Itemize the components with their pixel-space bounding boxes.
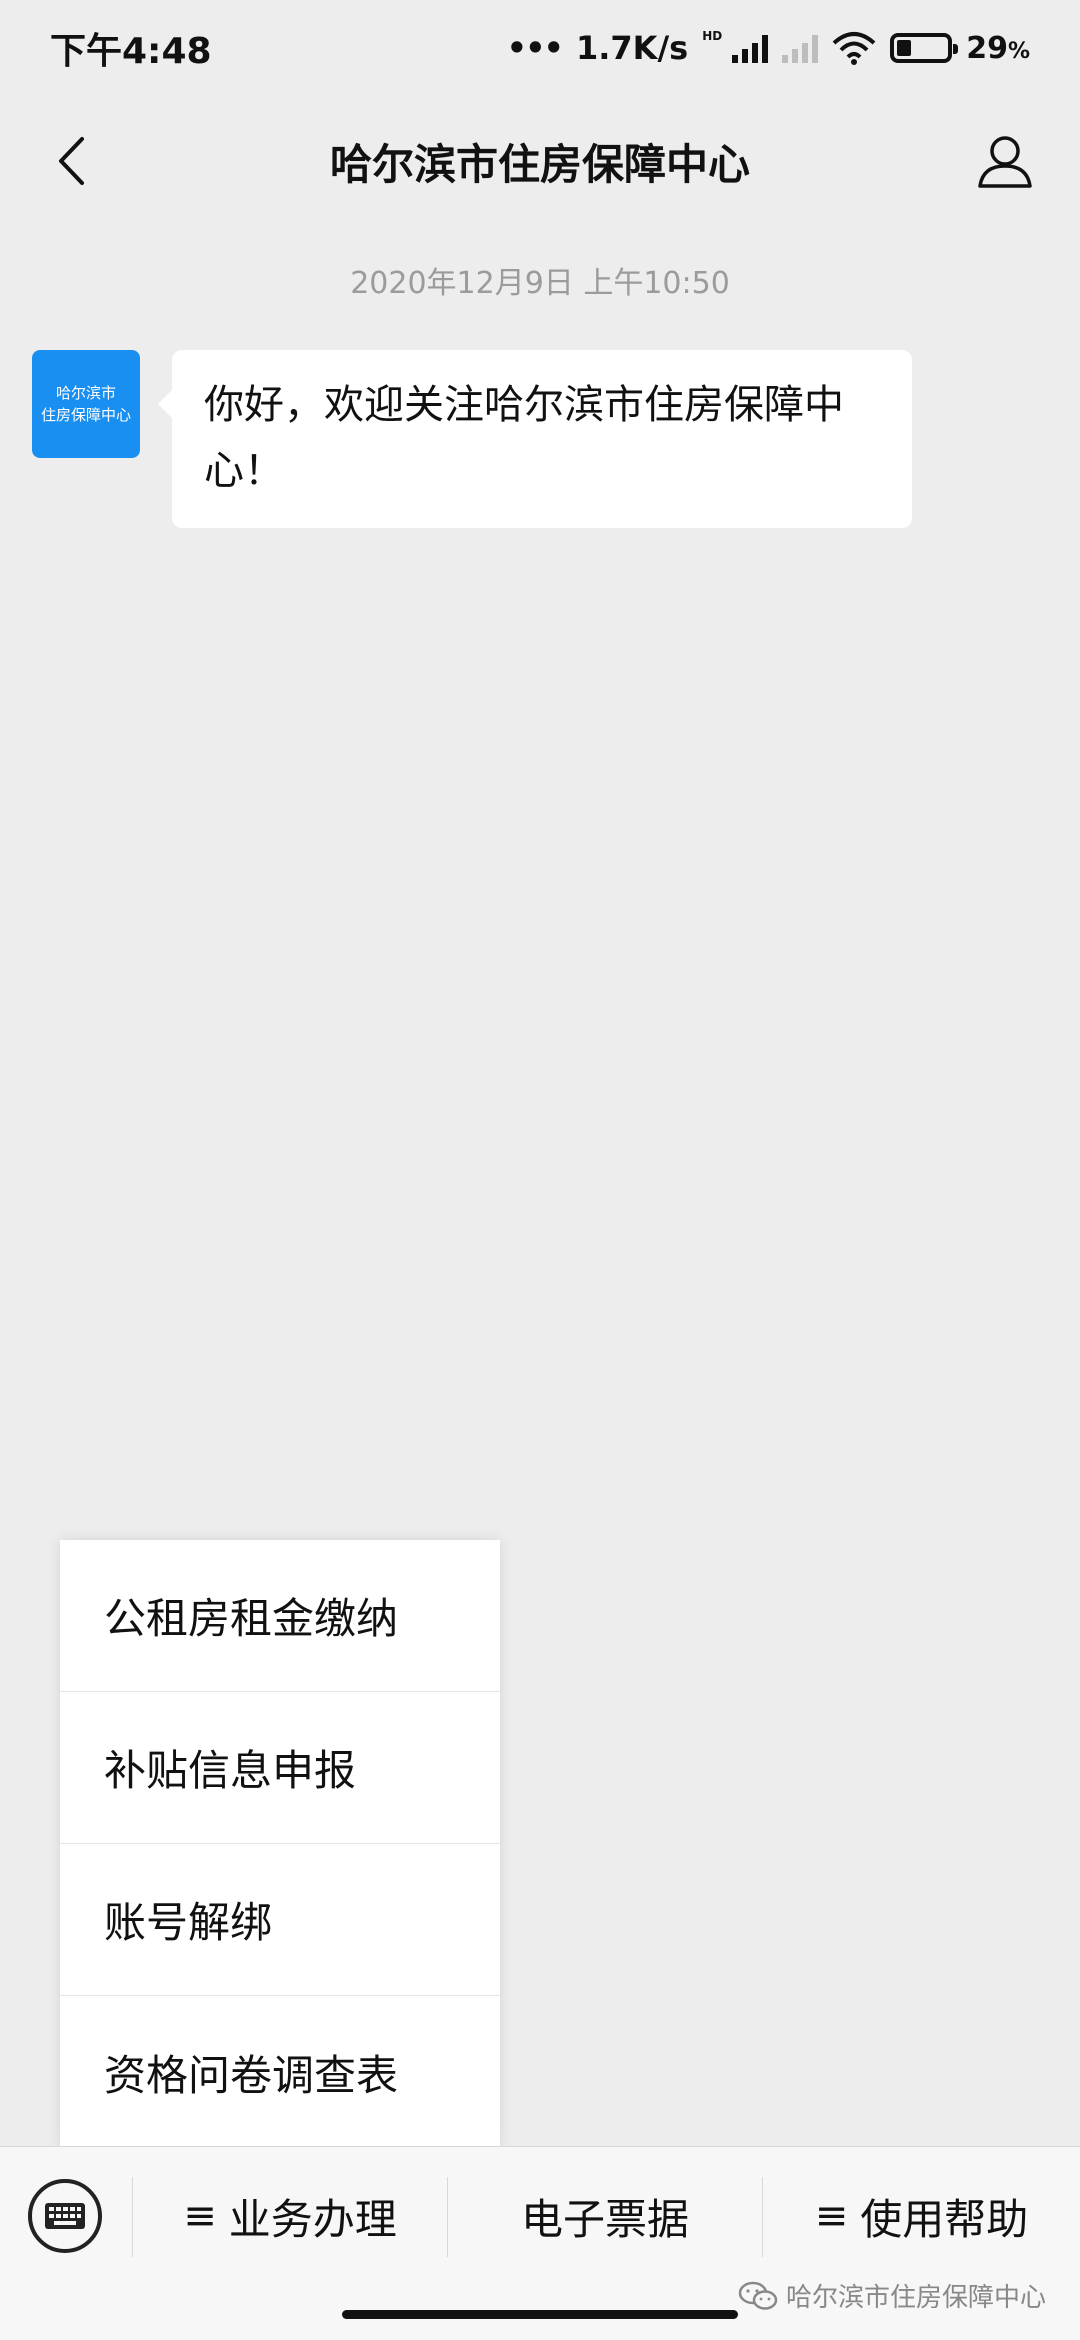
- menu-label: 业务办理: [228, 2194, 397, 2244]
- menu-business-handling[interactable]: ≡ 业务办理: [133, 2159, 447, 2273]
- menu-label: 电子票据: [520, 2194, 689, 2244]
- back-button[interactable]: [36, 126, 106, 196]
- avatar-text-line2: 住房保障中心: [40, 406, 131, 424]
- submenu-item-questionnaire[interactable]: 资格问卷调查表: [60, 1996, 500, 2148]
- wechat-icon: [738, 2281, 778, 2310]
- menu-label: 使用帮助: [860, 2194, 1029, 2244]
- battery-icon: [890, 33, 959, 63]
- chevron-left-icon: [59, 137, 84, 185]
- watermark: 哈尔滨市住房保障中心: [738, 2277, 1046, 2314]
- profile-button[interactable]: [970, 126, 1040, 196]
- submenu-item-subsidy-declaration[interactable]: 补贴信息申报: [60, 1692, 500, 1844]
- status-indicators: ••• 1.7K/s HD 29%: [507, 29, 1030, 67]
- avatar-text-line1: 哈尔滨市: [55, 384, 116, 402]
- hd-label: HD: [702, 29, 723, 43]
- battery-percent: 29%: [966, 31, 1030, 66]
- person-icon: [978, 136, 1032, 188]
- signal-secondary-icon: [782, 33, 819, 63]
- message-text: 你好，欢迎关注哈尔滨市住房保障中心！: [204, 382, 844, 494]
- menu-list-icon: ≡: [183, 2193, 217, 2239]
- wifi-icon: [832, 32, 876, 65]
- keyboard-toggle-button[interactable]: [28, 2179, 102, 2253]
- network-speed: 1.7K/s: [575, 29, 689, 67]
- watermark-text: 哈尔滨市住房保障中心: [785, 2283, 1046, 2313]
- battery-percent-suffix: %: [1007, 38, 1030, 64]
- signal-icon: [732, 33, 769, 63]
- submenu-item-account-unbind[interactable]: 账号解绑: [60, 1844, 500, 1996]
- submenu-popup: 公租房租金缴纳 补贴信息申报 账号解绑 资格问卷调查表: [60, 1540, 500, 2148]
- status-time: 下午4:48: [50, 31, 212, 72]
- status-bar: 下午4:48 ••• 1.7K/s HD 29%: [0, 0, 1080, 96]
- message-bubble[interactable]: 你好，欢迎关注哈尔滨市住房保障中心！: [158, 350, 912, 528]
- avatar[interactable]: 哈尔滨市 住房保障中心: [32, 350, 140, 458]
- battery-fill: [897, 40, 912, 56]
- submenu-item-rent-payment[interactable]: 公租房租金缴纳: [60, 1540, 500, 1692]
- menu-list-icon: ≡: [814, 2193, 849, 2239]
- nav-bar: 哈尔滨市住房保障中心: [0, 96, 1080, 226]
- battery-percent-value: 29: [966, 30, 1008, 66]
- menu-usage-help[interactable]: ≡ 使用帮助: [763, 2159, 1080, 2273]
- home-indicator[interactable]: [342, 2310, 738, 2319]
- menu-electronic-receipt[interactable]: 电子票据: [448, 2159, 762, 2273]
- keyboard-icon: [45, 2203, 85, 2229]
- chat-timestamp: 2020年12月9日 上午10:50: [350, 266, 730, 301]
- page-title: 哈尔滨市住房保障中心: [329, 139, 750, 189]
- status-dots: •••: [506, 29, 564, 67]
